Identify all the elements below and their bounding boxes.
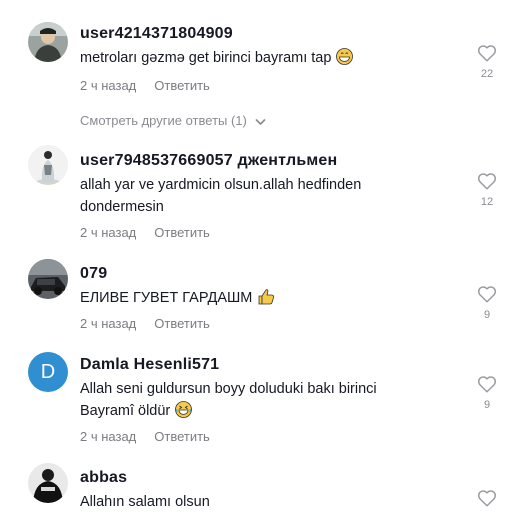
username[interactable]: Damla Hesenli571 [80,356,219,374]
like-control[interactable]: 12 [474,172,500,208]
view-more-replies-label: Смотреть другие ответы (1) [80,113,247,128]
reply-button[interactable]: Ответить [154,225,210,240]
username[interactable]: user4214371804909 [80,25,233,43]
avatar[interactable] [28,145,68,185]
comment-meta: 2 ч назад Ответить [80,78,210,93]
comment-text: Allahın salamı olsun [80,494,210,510]
like-count: 22 [480,68,494,80]
avatar[interactable] [28,259,68,299]
username[interactable]: 079 [80,265,107,283]
grin-emoji [336,48,354,72]
comment-meta: 2 ч назад Ответить [80,225,210,240]
heart-icon[interactable] [477,285,497,303]
heart-icon[interactable] [477,172,497,190]
reply-button[interactable]: Ответить [154,78,210,93]
reply-button[interactable]: Ответить [154,429,210,444]
comment-meta: 2 ч назад Ответить [80,429,210,444]
like-count: 9 [483,399,491,411]
like-control[interactable]: 22 [474,44,500,80]
heart-icon[interactable] [477,489,497,507]
thumbs-up-emoji [257,288,275,312]
comment-text: metroları gəzmə get birinci bayramı tap [80,47,440,72]
chevron-down-icon [255,114,266,129]
avatar[interactable]: D [28,352,68,392]
comment-text-content: Allah seni guldursun boyy doluduki bakı … [80,381,377,419]
comment-text: Allah seni guldursun boyy doluduki bakı … [80,378,420,425]
like-count: 12 [480,196,494,208]
comment-text: allah yar ve yardmicin olsun.allah hedfi… [80,177,362,215]
like-count: 9 [483,309,491,321]
timestamp: 2 ч назад [80,225,137,240]
timestamp: 2 ч назад [80,429,137,444]
view-more-replies-button[interactable]: Смотреть другие ответы (1) [80,113,266,129]
comment-meta: 2 ч назад Ответить [80,316,210,331]
like-control[interactable]: 9 [474,375,500,411]
comment-text-content: ЕЛИВЕ ГУВЕТ ГАРДАШМ [80,290,253,306]
comment-text-content: metroları gəzmə get birinci bayramı tap [80,50,332,66]
username[interactable]: abbas [80,469,127,487]
avatar-letter: D [40,360,56,383]
like-control[interactable] [474,489,500,507]
comment-text: ЕЛИВЕ ГУВЕТ ГАРДАШМ [80,287,440,312]
username[interactable]: user7948537669057 джентльмен [80,152,337,170]
timestamp: 2 ч назад [80,78,137,93]
laugh-emoji [175,401,193,425]
like-control[interactable]: 9 [474,285,500,321]
heart-icon[interactable] [477,44,497,62]
avatar[interactable] [28,463,68,503]
avatar[interactable] [28,22,68,62]
timestamp: 2 ч назад [80,316,137,331]
heart-icon[interactable] [477,375,497,393]
reply-button[interactable]: Ответить [154,316,210,331]
